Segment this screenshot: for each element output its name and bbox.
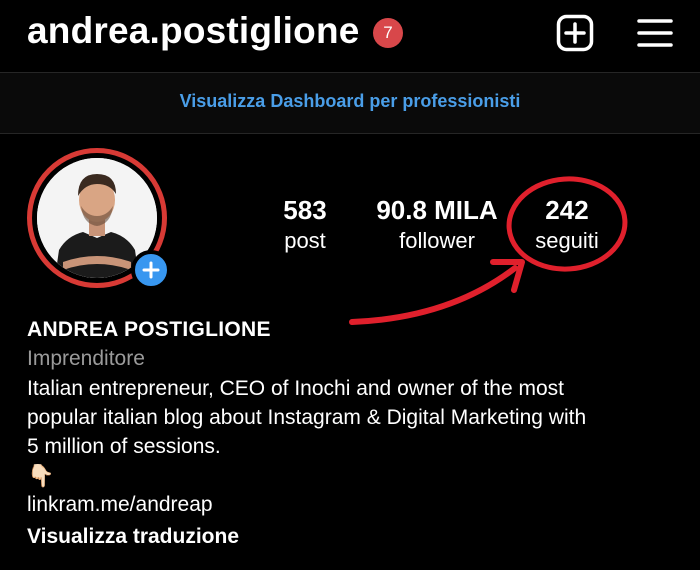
professional-dashboard-link[interactable]: Visualizza Dashboard per professionisti: [0, 91, 700, 112]
new-post-button[interactable]: [556, 14, 594, 52]
posts-count: 583: [283, 195, 327, 225]
profile-bio: ANDREA POSTIGLIONE Imprenditore Italian …: [27, 318, 677, 549]
plus-square-icon: [556, 14, 594, 52]
annotation-arrow-shaft: [349, 265, 518, 325]
notification-badge[interactable]: 7: [373, 18, 403, 48]
bio-text: Italian entrepreneur, CEO of Inochi and …: [27, 374, 677, 461]
following-label: seguiti: [535, 228, 599, 253]
hamburger-menu-icon: [637, 19, 673, 47]
dashboard-divider: [0, 133, 700, 134]
followers-count: 90.8 MILA: [376, 195, 498, 225]
pointing-down-emoji: 👇🏻: [27, 463, 55, 488]
followers-stat[interactable]: 90.8 MILA follower: [367, 195, 507, 254]
followers-label: follower: [399, 228, 475, 253]
bio-line: Italian entrepreneur, CEO of Inochi and …: [27, 377, 564, 400]
bio-line: popular italian blog about Instagram & D…: [27, 406, 587, 429]
posts-stat[interactable]: 583 post: [260, 195, 350, 254]
menu-button[interactable]: [636, 14, 674, 52]
plus-icon: [142, 261, 160, 279]
add-story-button[interactable]: [131, 250, 171, 290]
see-translation-link[interactable]: Visualizza traduzione: [27, 525, 677, 549]
following-stat[interactable]: 242 seguiti: [522, 195, 612, 254]
posts-label: post: [284, 228, 326, 253]
following-count: 242: [545, 195, 589, 225]
bio-link[interactable]: linkram.me/andreap: [27, 493, 677, 517]
profile-header: andrea.postiglione 7: [0, 0, 700, 72]
dashboard-bar: Visualizza Dashboard per professionisti: [0, 73, 700, 133]
username-title[interactable]: andrea.postiglione: [27, 10, 360, 52]
bio-line: 5 million of sessions.: [27, 435, 221, 458]
profile-category: Imprenditore: [27, 347, 145, 370]
full-name: ANDREA POSTIGLIONE: [27, 318, 271, 341]
annotation-arrow-head: [490, 259, 525, 293]
